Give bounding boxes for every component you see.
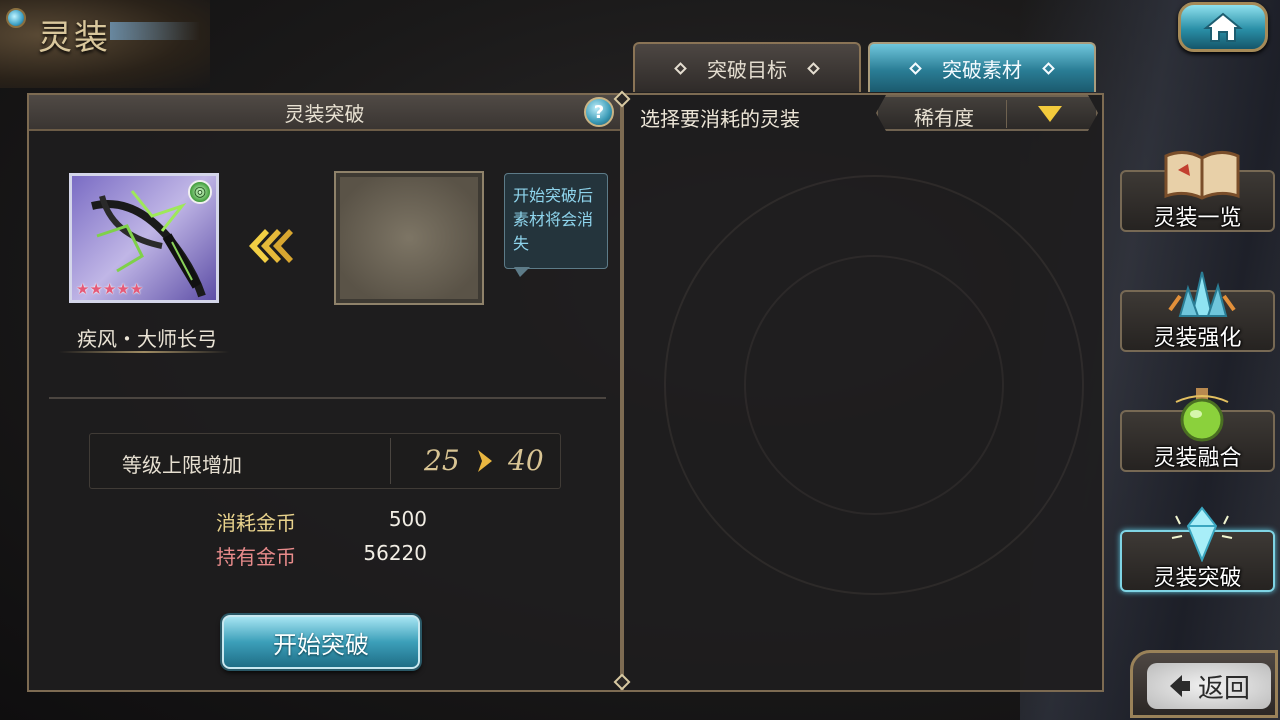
name-underline: [59, 351, 229, 353]
start-breakthrough-button[interactable]: 开始突破: [222, 615, 420, 669]
home-button[interactable]: [1178, 2, 1268, 52]
side-menu-equipment-fusion[interactable]: 灵装融合: [1120, 388, 1275, 472]
equipment-card[interactable]: ◎ ★ ★ ★ ★ ★: [69, 173, 219, 303]
side-menu-equipment-enhance[interactable]: 灵装强化: [1120, 271, 1275, 352]
chevron-right-icon: [478, 450, 492, 472]
page-title: 灵装: [38, 18, 110, 58]
triangle-down-icon: [1038, 106, 1062, 122]
divider: [49, 397, 606, 399]
material-select-panel: 选择要消耗的灵装 稀有度: [622, 93, 1104, 692]
gold-cost-value: 500: [388, 507, 427, 531]
side-menu-label: 灵装一览: [1153, 206, 1242, 231]
side-menu-equipment-breakthrough[interactable]: 灵装突破: [1120, 506, 1275, 592]
star-icon: ★: [129, 280, 144, 298]
back-button-face: 返回: [1147, 663, 1271, 709]
help-icon: ?: [593, 101, 605, 123]
diamond-icon: [807, 61, 820, 75]
arrow-left-icon: [249, 229, 293, 263]
level-cap-label: 等级上限增加: [122, 453, 242, 477]
back-button[interactable]: 返回: [1130, 650, 1278, 718]
level-to: 40: [508, 444, 544, 477]
star-icon: ★: [116, 280, 130, 298]
crystal-break-icon: [1171, 506, 1233, 562]
tab-label: 突破目标: [707, 57, 787, 82]
title-stripe: [110, 22, 200, 40]
wind-element-icon: ◎: [188, 180, 212, 204]
select-prompt: 选择要消耗的灵装: [640, 107, 800, 131]
breakthrough-panel: 灵装突破 ? ◎ ★ ★ ★ ★ ★ 疾风・大师长弓 开始突破后素材将会消失 等…: [27, 93, 622, 692]
tooltip-tail: [514, 267, 530, 277]
crystal-cluster-icon: [1168, 271, 1236, 317]
star-icon: ★: [89, 280, 103, 298]
diamond-icon: [674, 61, 687, 75]
side-menu-label: 灵装强化: [1153, 326, 1242, 351]
panel-header: 灵装突破: [29, 95, 620, 131]
tab-label: 突破素材: [942, 57, 1022, 82]
material-slot[interactable]: [334, 171, 484, 305]
diamond-icon: [909, 61, 922, 75]
title-plate: 灵装: [0, 0, 210, 88]
gold-cost-label: 消耗金币: [216, 511, 296, 535]
side-menu-label: 灵装融合: [1153, 446, 1242, 471]
side-menu-label: 灵装突破: [1153, 566, 1242, 591]
separator: [390, 438, 391, 484]
panel-title: 灵装突破: [284, 101, 365, 126]
help-button[interactable]: ?: [584, 97, 614, 127]
equipment-name: 疾风・大师长弓: [77, 327, 217, 351]
sort-dropdown[interactable]: 稀有度: [876, 95, 1098, 131]
level-from: 25: [424, 444, 460, 477]
star-icon: ★: [102, 280, 117, 298]
tab-breakthrough-material[interactable]: 突破素材: [868, 42, 1096, 92]
home-icon: [1203, 12, 1243, 42]
sort-label: 稀有度: [914, 106, 974, 130]
separator: [1006, 100, 1007, 128]
star-icon: ★: [76, 280, 90, 298]
rarity-stars: ★ ★ ★ ★ ★: [76, 280, 143, 298]
back-label: 返回: [1197, 673, 1250, 704]
gold-owned-value: 56220: [363, 541, 427, 565]
potion-flask-icon: [1175, 388, 1229, 442]
gold-owned-label: 持有金币: [216, 545, 296, 569]
level-cap-row: 等级上限增加 25 40: [89, 433, 561, 489]
side-menu-equipment-list[interactable]: 灵装一览: [1120, 151, 1275, 232]
tab-breakthrough-target[interactable]: 突破目标: [633, 42, 861, 92]
diamond-icon: [1042, 61, 1055, 75]
gem-icon: [6, 8, 26, 28]
background-emblem-inner: [744, 255, 1004, 515]
tooltip-bubble: 开始突破后素材将会消失: [504, 173, 608, 269]
arrow-left-icon: [1169, 675, 1190, 697]
book-icon: [1164, 151, 1240, 200]
